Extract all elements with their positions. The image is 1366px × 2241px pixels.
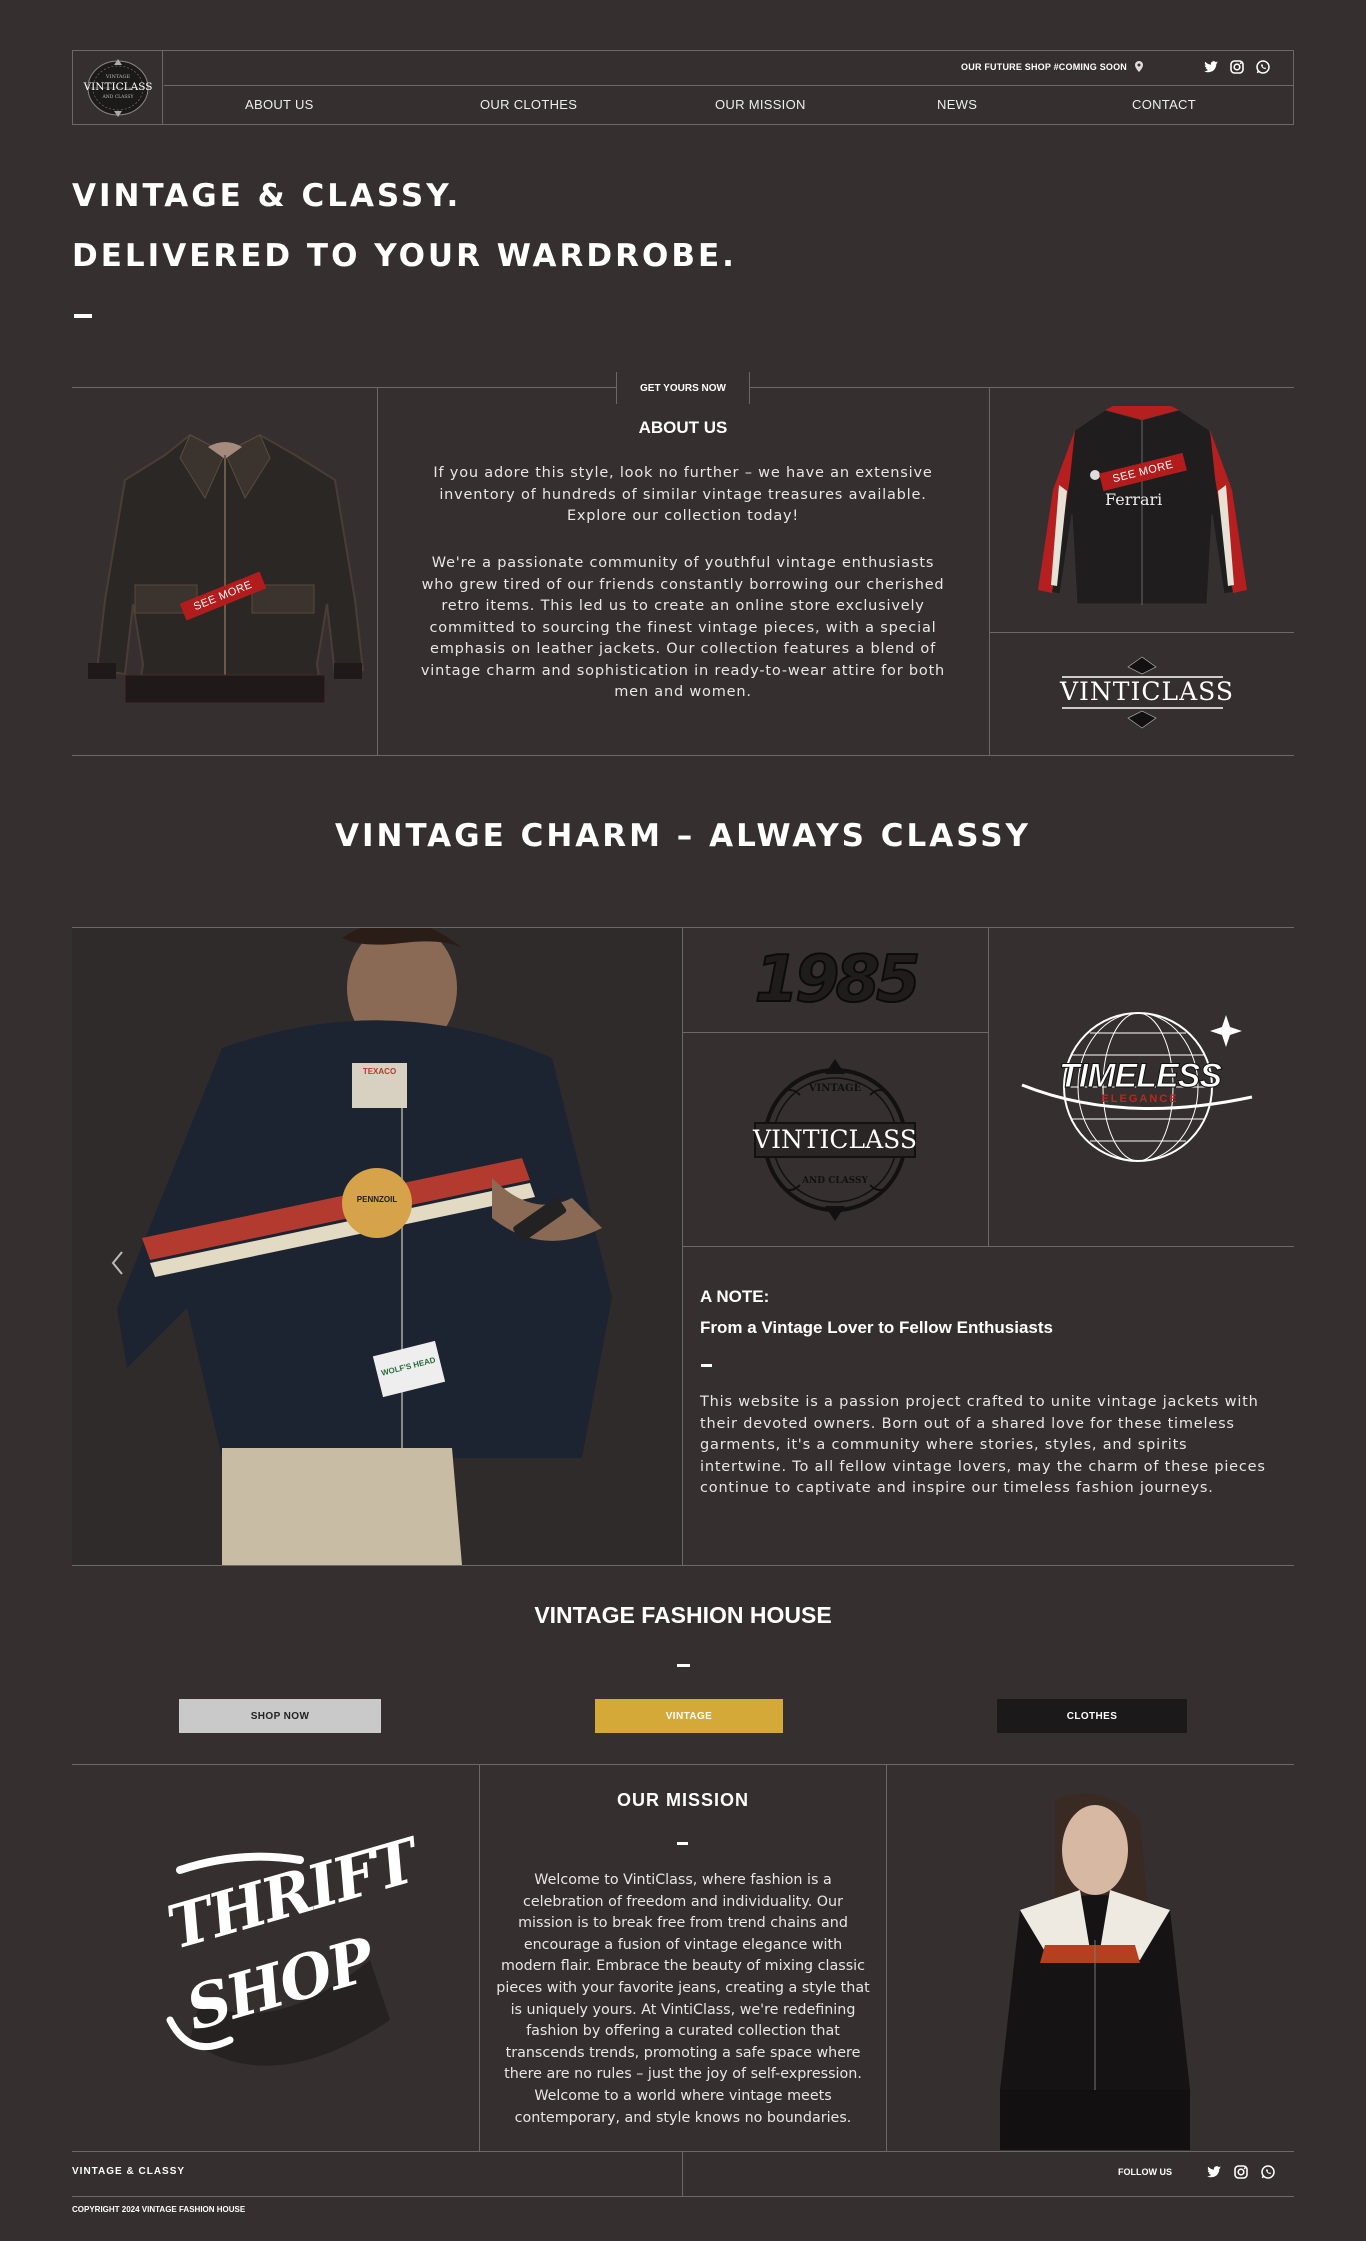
logo-top-text: VINTAGE	[105, 74, 131, 80]
whatsapp-icon[interactable]	[1260, 2164, 1276, 2180]
shop-now-button[interactable]: SHOP NOW	[179, 1699, 381, 1733]
clothes-label: CLOTHES	[1066, 1710, 1118, 1722]
nav-our-clothes[interactable]: OUR CLOTHES	[480, 97, 577, 112]
vinticlass-emblem: VINTAGE VINTICLASS AND CLASSY	[750, 1055, 920, 1225]
hero-line-2: DELIVERED TO YOUR WARDROBE.	[72, 238, 737, 274]
emblem-main-text: VINTICLASS	[753, 1125, 917, 1154]
hero-dash	[74, 314, 92, 318]
jacket-print: Ferrari	[1105, 490, 1163, 509]
instagram-icon[interactable]	[1233, 2164, 1249, 2180]
divider	[72, 1764, 1294, 1765]
nav-contact[interactable]: CONTACT	[1132, 97, 1196, 112]
thrift-shop-logo: THRIFT SHOP	[150, 1826, 424, 2100]
divider	[72, 755, 1294, 756]
whatsapp-icon[interactable]	[1255, 59, 1271, 75]
divider	[479, 1765, 480, 2151]
woman-photo	[960, 1790, 1220, 2150]
note-text: This website is a passion project crafte…	[700, 1394, 1266, 1496]
hero-line-1: VINTAGE & CLASSY.	[72, 178, 462, 214]
logo[interactable]: VINTAGE VINTICLASS AND CLASSY	[73, 51, 163, 124]
clothes-button[interactable]: CLOTHES	[997, 1699, 1187, 1733]
future-shop-link[interactable]: OUR FUTURE SHOP #COMING SOON	[961, 61, 1143, 72]
shop-now-label: SHOP NOW	[250, 1710, 310, 1722]
charm-title: VINTAGE CHARM – ALWAYS CLASSY	[334, 818, 1032, 854]
nav-about-us[interactable]: ABOUT US	[245, 97, 314, 112]
brown-jacket-illustration	[88, 433, 365, 704]
footer-social-links	[1206, 2164, 1276, 2180]
header-topbar: OUR FUTURE SHOP #COMING SOON	[164, 51, 1293, 86]
copyright: COPYRIGHT 2024 VINTAGE FASHION HOUSE	[72, 2205, 246, 2214]
follow-us-label: FOLLOW US	[1118, 2167, 1172, 2177]
mission-text: Welcome to VintiClass, where fashion is …	[496, 1872, 870, 2126]
divider	[72, 387, 616, 388]
badge-1985: 1985	[683, 928, 988, 1032]
divider	[683, 1246, 1294, 1247]
fashion-house-title: VINTAGE FASHION HOUSE	[534, 1602, 832, 1628]
elegance-text: ELEGANCE	[1101, 1093, 1179, 1105]
racing-jacket-image[interactable]: Ferrari SEE MORE	[1035, 405, 1250, 615]
get-yours-now-tab[interactable]: GET YOURS NOW	[616, 372, 750, 404]
timeless-text: TIMELESS	[1058, 1057, 1222, 1096]
logo-bottom-text: AND CLASSY	[102, 95, 134, 100]
future-shop-label: OUR FUTURE SHOP #COMING SOON	[961, 61, 1127, 72]
wordmark-text: VINTICLASS	[1060, 677, 1234, 706]
note-subtitle: From a Vintage Lover to Fellow Enthusias…	[700, 1318, 1053, 1337]
nav-news[interactable]: NEWS	[937, 97, 977, 112]
badge-1985-text: 1985	[753, 942, 921, 1018]
instagram-icon[interactable]	[1229, 59, 1245, 75]
divider	[990, 632, 1294, 633]
divider	[72, 2196, 1294, 2197]
divider	[377, 388, 378, 755]
footer-brand: VINTAGE & CLASSY	[72, 2166, 186, 2177]
divider	[683, 1032, 988, 1033]
site-header: VINTAGE VINTICLASS AND CLASSY OUR FUTURE…	[72, 50, 1294, 125]
get-yours-label: GET YOURS NOW	[640, 382, 726, 394]
divider	[72, 2151, 1294, 2152]
note-title: A NOTE:	[700, 1287, 770, 1306]
model-photo: TEXACO PENNZOIL WOLF'S HEAD	[72, 928, 682, 1565]
divider	[989, 388, 990, 755]
vintage-label: VINTAGE	[665, 1710, 713, 1722]
twitter-icon[interactable]	[1206, 2164, 1222, 2180]
mission-title: OUR MISSION	[616, 1790, 749, 1810]
house-dash	[677, 1664, 690, 1667]
location-pin-icon	[1135, 61, 1143, 72]
red-racing-jacket-illustration	[1037, 406, 1247, 605]
twitter-icon[interactable]	[1203, 59, 1219, 75]
vintage-button[interactable]: VINTAGE	[595, 1699, 783, 1733]
woman-jacket-illustration	[1000, 1793, 1190, 2150]
logo-main-text: VINTICLASS	[83, 81, 153, 93]
divider	[72, 1565, 1294, 1566]
nav-our-mission[interactable]: OUR MISSION	[715, 97, 806, 112]
main-nav: ABOUT US OUR CLOTHES OUR MISSION NEWS CO…	[164, 87, 1293, 124]
patch-badge: PENNZOIL	[342, 1168, 412, 1238]
divider	[988, 928, 989, 1246]
vinticlass-wordmark: VINTICLASS	[1060, 655, 1234, 730]
divider	[682, 2152, 683, 2197]
timeless-elegance-logo: TIMELESS ELEGANCE	[1020, 1005, 1260, 1170]
about-paragraph-1: If you adore this style, look no further…	[433, 465, 933, 524]
model-jacket-illustration	[117, 928, 612, 1565]
header-social-links	[1203, 59, 1271, 75]
emblem-top-text: VINTAGE	[808, 1083, 862, 1094]
divider	[750, 387, 1294, 388]
patch-badge: TEXACO	[352, 1063, 407, 1108]
emblem-bottom-text: AND CLASSY	[802, 1176, 868, 1186]
note-dash	[701, 1364, 712, 1367]
about-title: ABOUT US	[638, 418, 728, 437]
mission-dash	[677, 1842, 688, 1845]
about-paragraph-2: We're a passionate community of youthful…	[420, 555, 946, 700]
divider	[886, 1765, 887, 2151]
leather-jacket-image[interactable]: SEE MORE	[80, 425, 370, 715]
carousel-prev-icon[interactable]	[108, 1248, 128, 1278]
